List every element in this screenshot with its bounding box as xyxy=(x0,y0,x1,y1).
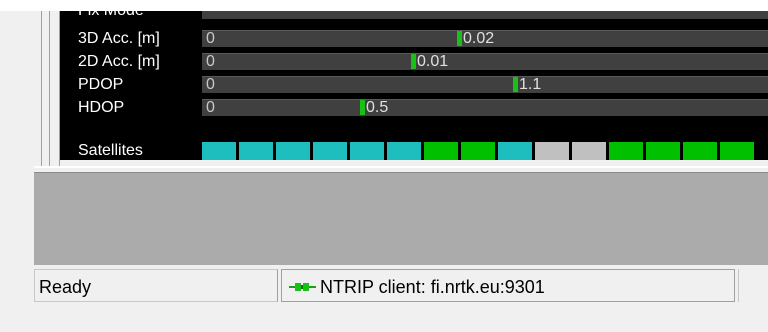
row-label: HDOP xyxy=(78,99,125,116)
status-pane-grip xyxy=(738,269,768,302)
satellite-block xyxy=(313,142,347,160)
row-label: 3D Acc. [m] xyxy=(78,30,160,47)
satellite-block xyxy=(387,142,421,160)
bar-min: 0 xyxy=(206,99,215,116)
row-satellites: Satellites xyxy=(60,120,768,159)
bar-marker xyxy=(360,100,365,115)
gnss-status-panel: Fix Mode 3D Acc. [m] 0 0.02 2D Acc. [m] … xyxy=(60,11,768,160)
satellite-block xyxy=(202,142,236,160)
connector-icon xyxy=(289,283,316,291)
status-bar: Ready NTRIP client: fi.nrtk.eu:9301 xyxy=(0,265,768,332)
bar-marker xyxy=(411,54,416,69)
bar-min: 0 xyxy=(206,76,215,93)
bar-track xyxy=(202,53,768,70)
bar-min: 0 xyxy=(206,30,215,47)
bar-value: 1.1 xyxy=(519,76,542,93)
row-fix-mode: Fix Mode xyxy=(60,11,768,21)
bar-marker xyxy=(457,31,462,46)
bar-min: 0 xyxy=(206,53,215,70)
row-hdop: HDOP 0 0.5 xyxy=(60,97,768,118)
row-label: Fix Mode xyxy=(78,11,144,20)
bar-value: 0.01 xyxy=(417,53,449,70)
satellite-block xyxy=(683,142,717,160)
bar-marker xyxy=(513,77,518,92)
satellite-block xyxy=(461,142,495,160)
fix-mode-bar xyxy=(202,11,768,19)
satellite-block xyxy=(720,142,754,160)
row-pdop: PDOP 0 1.1 xyxy=(60,74,768,95)
bar-track xyxy=(202,99,768,116)
row-label: 2D Acc. [m] xyxy=(78,53,160,70)
app-window: Fix Mode 3D Acc. [m] 0 0.02 2D Acc. [m] … xyxy=(0,0,768,332)
status-text: Ready xyxy=(39,277,92,297)
status-pane-connection: NTRIP client: fi.nrtk.eu:9301 xyxy=(281,269,735,302)
satellite-block xyxy=(239,142,273,160)
satellite-blocks xyxy=(202,142,768,160)
row-label: Satellites xyxy=(78,142,143,159)
satellite-block xyxy=(646,142,680,160)
connection-status-text: NTRIP client: fi.nrtk.eu:9301 xyxy=(320,277,545,297)
empty-view-area xyxy=(34,172,768,265)
row-label: PDOP xyxy=(78,76,124,93)
satellite-block xyxy=(424,142,458,160)
satellite-block xyxy=(276,142,310,160)
satellite-block xyxy=(350,142,384,160)
satellite-block xyxy=(572,142,606,160)
row-2d-accuracy: 2D Acc. [m] 0 0.01 xyxy=(60,51,768,72)
satellite-block xyxy=(609,142,643,160)
status-pane-ready: Ready xyxy=(34,269,278,302)
satellite-block xyxy=(535,142,569,160)
top-strip xyxy=(0,0,768,11)
row-3d-accuracy: 3D Acc. [m] 0 0.02 xyxy=(60,28,768,49)
bar-track xyxy=(202,76,768,93)
bar-value: 0.5 xyxy=(366,99,389,116)
bar-value: 0.02 xyxy=(463,30,495,47)
satellite-block xyxy=(498,142,532,160)
